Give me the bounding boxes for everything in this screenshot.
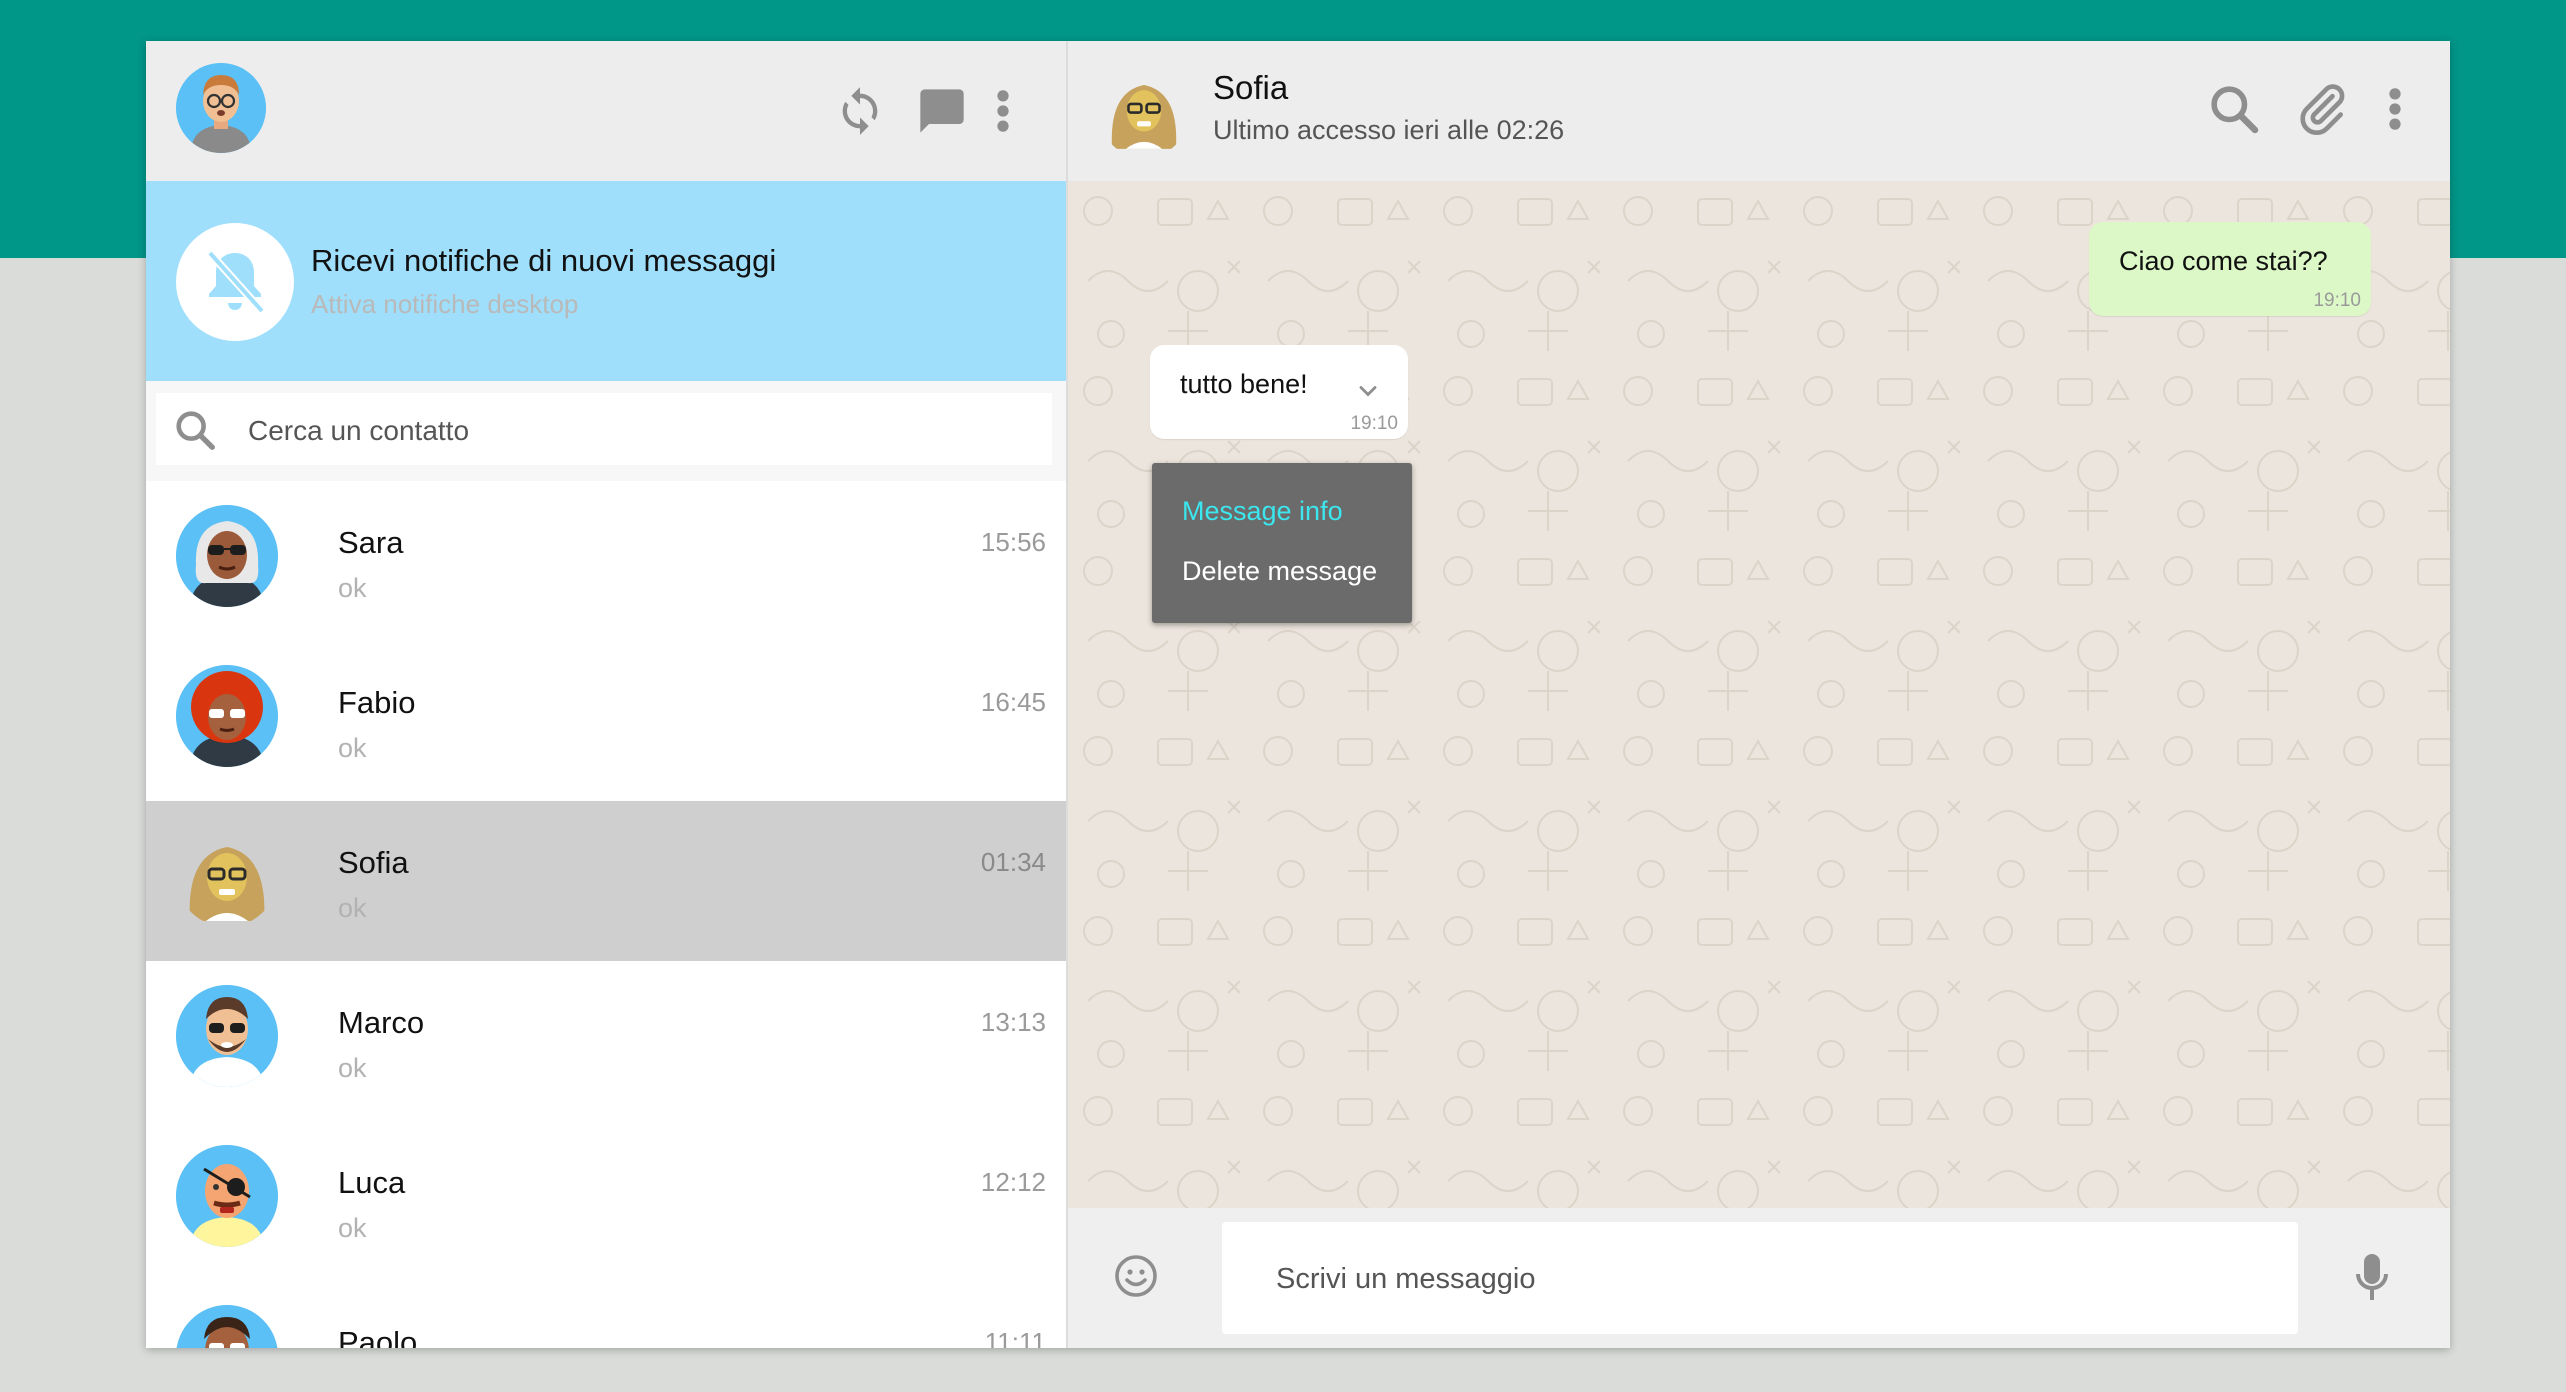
message-box bbox=[1222, 1222, 2298, 1334]
search-box bbox=[156, 393, 1052, 465]
avatar bbox=[176, 1145, 278, 1247]
message-time: 19:10 bbox=[1350, 413, 1398, 434]
contact-time: 12:12 bbox=[980, 1167, 1046, 1197]
search-input[interactable] bbox=[246, 409, 1030, 453]
message-bubble-sent[interactable]: Ciao come stai?? 19:10 bbox=[2089, 222, 2371, 316]
contact-last-message: ok bbox=[338, 733, 367, 763]
contact-time: 01:34 bbox=[980, 847, 1046, 877]
more-vertical-icon[interactable] bbox=[2382, 83, 2408, 135]
contact-time: 13:13 bbox=[980, 1007, 1046, 1037]
contact-name: Paolo bbox=[338, 1325, 418, 1348]
chat-area: Ciao come stai?? 19:10 tutto bene! 19:10… bbox=[1068, 181, 2450, 1208]
sidebar-header bbox=[146, 41, 1066, 181]
chat-contact-name: Sofia bbox=[1213, 69, 1289, 106]
menu-item-delete-message[interactable]: Delete message bbox=[1182, 556, 1377, 587]
message-context-menu: Message info Delete message bbox=[1152, 463, 1412, 623]
chat-panel: Sofia Ultimo accesso ieri alle 02:26 Cia… bbox=[1068, 41, 2450, 1348]
contact-item-sara[interactable]: Sara ok 15:56 bbox=[146, 481, 1066, 643]
contact-name: Luca bbox=[338, 1165, 406, 1200]
chat-contact-status: Ultimo accesso ieri alle 02:26 bbox=[1213, 115, 1565, 145]
search-icon[interactable] bbox=[2206, 81, 2262, 137]
paperclip-icon[interactable] bbox=[2294, 81, 2350, 137]
contact-item-luca[interactable]: Luca ok 12:12 bbox=[146, 1121, 1066, 1283]
composer-bar bbox=[1068, 1208, 2450, 1348]
message-bubble-received[interactable]: tutto bene! 19:10 bbox=[1150, 345, 1408, 439]
search-bar bbox=[146, 381, 1066, 481]
avatar bbox=[176, 1305, 278, 1348]
avatar bbox=[176, 665, 278, 767]
contact-time: 15:56 bbox=[980, 527, 1046, 557]
bell-off-icon bbox=[176, 223, 294, 341]
message-text: Ciao come stai?? bbox=[2119, 246, 2328, 276]
contact-item-marco[interactable]: Marco ok 13:13 bbox=[146, 961, 1066, 1123]
notification-subtitle[interactable]: Attiva notifiche desktop bbox=[311, 289, 578, 320]
chat-background-pattern bbox=[1068, 181, 2450, 1208]
search-icon bbox=[172, 407, 218, 453]
contact-avatar[interactable] bbox=[1100, 63, 1188, 157]
contact-last-message: ok bbox=[338, 1213, 367, 1243]
contact-name: Marco bbox=[338, 1005, 425, 1040]
avatar bbox=[176, 505, 278, 607]
microphone-icon[interactable] bbox=[2352, 1252, 2392, 1304]
contact-last-message: ok bbox=[338, 1053, 367, 1083]
emoji-icon[interactable] bbox=[1112, 1252, 1160, 1300]
menu-item-message-info[interactable]: Message info bbox=[1182, 496, 1343, 527]
chat-icon[interactable] bbox=[916, 85, 968, 137]
contact-name: Sara bbox=[338, 525, 404, 560]
contact-item-sofia[interactable]: Sofia ok 01:34 bbox=[146, 801, 1066, 963]
notification-banner[interactable]: Ricevi notifiche di nuovi messaggi Attiv… bbox=[146, 181, 1066, 381]
chevron-down-icon[interactable] bbox=[1354, 377, 1382, 405]
chat-header: Sofia Ultimo accesso ieri alle 02:26 bbox=[1068, 41, 2450, 181]
contact-item-paolo[interactable]: Paolo ok 11:11 bbox=[146, 1281, 1066, 1348]
more-vertical-icon[interactable] bbox=[990, 85, 1016, 137]
user-avatar[interactable] bbox=[176, 63, 266, 153]
contact-item-fabio[interactable]: Fabio ok 16:45 bbox=[146, 641, 1066, 803]
contact-last-message: ok bbox=[338, 573, 367, 603]
contact-time: 16:45 bbox=[980, 687, 1046, 717]
message-time: 19:10 bbox=[2313, 290, 2361, 311]
avatar bbox=[176, 825, 278, 927]
contact-last-message: ok bbox=[338, 893, 367, 923]
message-input[interactable] bbox=[1274, 1256, 2278, 1302]
sidebar: Ricevi notifiche di nuovi messaggi Attiv… bbox=[146, 41, 1068, 1348]
contact-time: 11:11 bbox=[984, 1327, 1046, 1348]
contact-name: Sofia bbox=[338, 845, 409, 880]
notification-title: Ricevi notifiche di nuovi messaggi bbox=[311, 243, 777, 278]
message-text: tutto bene! bbox=[1180, 369, 1308, 399]
contact-name: Fabio bbox=[338, 685, 416, 720]
app-window: Ricevi notifiche di nuovi messaggi Attiv… bbox=[146, 41, 2450, 1348]
avatar bbox=[176, 985, 278, 1087]
refresh-icon[interactable] bbox=[834, 85, 886, 137]
